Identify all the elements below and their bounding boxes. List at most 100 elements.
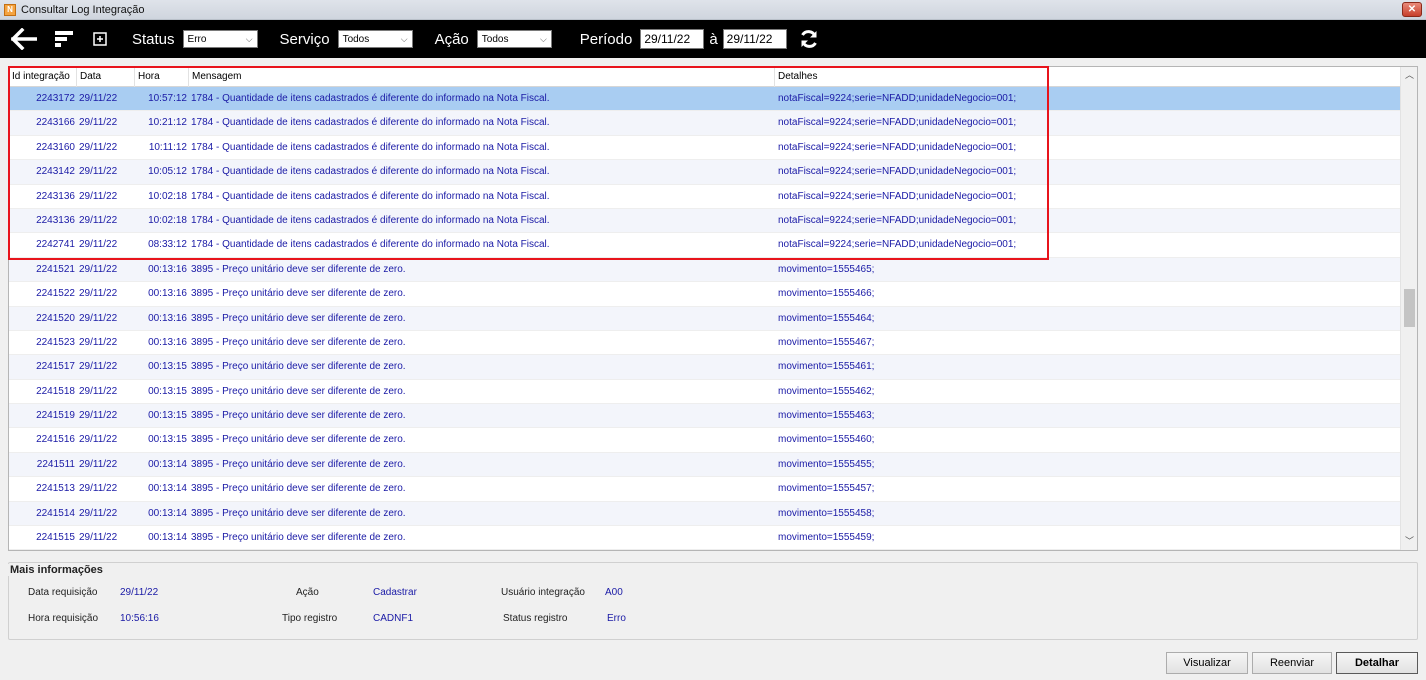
info-panel-title: Mais informações <box>8 564 105 576</box>
arrow-left-icon[interactable] <box>10 25 38 53</box>
cell-hora: 00:13:16 <box>148 336 187 348</box>
cell-id: 2241519 <box>36 410 75 422</box>
cell-hora: 10:57:12 <box>148 93 187 104</box>
cell-mensagem: 1784 - Quantidade de itens cadastrados é… <box>191 117 550 129</box>
cell-hora: 00:13:14 <box>148 458 187 470</box>
cell-data: 29/11/22 <box>79 312 118 324</box>
cell-hora: 10:11:12 <box>148 141 187 153</box>
cell-mensagem: 1784 - Quantidade de itens cadastrados é… <box>191 166 550 178</box>
cell-mensagem: 3895 - Preço unitário deve ser diferente… <box>191 263 406 275</box>
column-header-mensagem[interactable]: Mensagem <box>189 67 775 87</box>
cell-data: 29/11/22 <box>79 93 118 104</box>
cell-hora: 00:13:15 <box>148 385 187 397</box>
cell-data: 29/11/22 <box>79 361 118 373</box>
table-row[interactable]: 2241516 29/11/22 00:13:15 3895 - Preço unit… <box>9 428 1401 453</box>
scroll-up-icon[interactable]: ︿ <box>1401 67 1417 84</box>
grid-scrollbar[interactable]: ︿ ﹀ <box>1400 67 1417 550</box>
close-icon[interactable]: ✕ <box>1402 2 1422 17</box>
cell-detalhes: movimento=1555461; <box>778 361 875 373</box>
cell-hora: 00:13:14 <box>148 532 187 544</box>
chevron-down-icon: ⌵ <box>539 33 547 44</box>
scroll-down-icon[interactable]: ﹀ <box>1401 533 1417 550</box>
cell-id: 2241522 <box>36 288 75 300</box>
cell-id: 2241514 <box>36 507 75 519</box>
cell-detalhes: movimento=1555464; <box>778 312 875 324</box>
status-select[interactable]: Erro ⌵ <box>182 30 258 48</box>
data-requisicao-label: Data requisição <box>28 587 98 598</box>
table-row[interactable]: 2241520 29/11/22 00:13:16 3895 - Preço unit… <box>9 306 1401 331</box>
status-registro-value: Erro <box>607 613 626 624</box>
grid-header: Id integração Data Hora Mensagem Detalhe… <box>9 67 1401 87</box>
cell-detalhes: movimento=1555465; <box>778 263 875 275</box>
table-row[interactable]: 2243136 29/11/22 10:02:18 1784 - Quantidade… <box>9 208 1401 234</box>
detalhar-button[interactable]: Detalhar <box>1336 652 1418 674</box>
cell-detalhes: movimento=1555462; <box>778 385 875 397</box>
cell-id: 2241511 <box>36 458 75 470</box>
visualizar-button[interactable]: Visualizar <box>1166 652 1248 674</box>
table-row[interactable]: 2241514 29/11/22 00:13:14 3895 - Preço unit… <box>9 501 1401 527</box>
cell-mensagem: 1784 - Quantidade de itens cadastrados é… <box>191 214 550 226</box>
scrollbar-thumb[interactable] <box>1404 289 1415 327</box>
cell-hora: 10:02:18 <box>148 214 187 226</box>
table-row[interactable]: 2243136 29/11/22 10:02:18 1784 - Quantidade… <box>9 185 1401 209</box>
cell-detalhes: notaFiscal=9224;serie=NFADD;unidadeNegoc… <box>778 93 1017 104</box>
date-from-input[interactable]: 29/11/22 <box>640 29 705 49</box>
table-row[interactable]: 2243160 29/11/22 10:11:12 1784 - Quantidade… <box>9 136 1401 161</box>
cell-mensagem: 3895 - Preço unitário deve ser diferente… <box>191 434 406 446</box>
table-row[interactable]: 2243142 29/11/22 10:05:12 1784 - Quantidade… <box>9 160 1401 185</box>
usuario-integracao-value: A00 <box>605 587 623 598</box>
acao-info-value: Cadastrar <box>373 587 417 598</box>
column-header-hora[interactable]: Hora <box>135 67 189 87</box>
integration-log-grid[interactable]: Id integração Data Hora Mensagem Detalhe… <box>8 66 1418 551</box>
table-row[interactable]: 2241523 29/11/22 00:13:16 3895 - Preço unit… <box>9 331 1401 356</box>
column-header-id[interactable]: Id integração <box>9 67 77 87</box>
cell-data: 29/11/22 <box>79 532 118 544</box>
cell-hora: 10:02:18 <box>148 190 187 202</box>
table-row[interactable]: 2241511 29/11/22 00:13:14 3895 - Preço unit… <box>9 452 1401 478</box>
window-title: Consultar Log Integração <box>21 3 145 16</box>
table-row[interactable]: 2243172 29/11/22 10:57:12 1784 - Quantidade… <box>9 87 1401 112</box>
expand-icon[interactable] <box>90 25 110 53</box>
table-row[interactable]: 2241515 29/11/22 00:13:14 3895 - Preço unit… <box>9 526 1401 550</box>
grid-rows: 2243172 29/11/22 10:57:12 1784 - Quantidade… <box>9 87 1401 550</box>
cell-mensagem: 3895 - Preço unitário deve ser diferente… <box>191 288 406 300</box>
cell-data: 29/11/22 <box>79 336 118 348</box>
acao-select[interactable]: Todos ⌵ <box>476 30 552 48</box>
date-to-input[interactable]: 29/11/22 <box>722 29 787 49</box>
cell-detalhes: notaFiscal=9224;serie=NFADD;unidadeNegoc… <box>778 214 1017 226</box>
reenviar-button[interactable]: Reenviar <box>1252 652 1332 674</box>
table-row[interactable]: 2241519 29/11/22 00:13:15 3895 - Preço unit… <box>9 404 1401 429</box>
cell-data: 29/11/22 <box>79 385 118 397</box>
table-row[interactable]: 2241521 29/11/22 00:13:16 3895 - Preço unit… <box>9 257 1401 283</box>
table-row[interactable]: 2242741 29/11/22 08:33:12 1784 - Quantidade… <box>9 233 1401 258</box>
acao-select-value: Todos <box>481 33 509 45</box>
servico-select[interactable]: Todos ⌵ <box>337 30 413 48</box>
cell-detalhes: movimento=1555463; <box>778 410 875 422</box>
cell-hora: 00:13:16 <box>148 312 187 324</box>
cell-data: 29/11/22 <box>79 239 118 251</box>
filter-icon[interactable] <box>52 25 76 53</box>
cell-id: 2241515 <box>36 532 75 544</box>
cell-mensagem: 3895 - Preço unitário deve ser diferente… <box>191 532 406 544</box>
cell-mensagem: 3895 - Preço unitário deve ser diferente… <box>191 312 406 324</box>
cell-mensagem: 1784 - Quantidade de itens cadastrados é… <box>191 239 550 251</box>
cell-mensagem: 1784 - Quantidade de itens cadastrados é… <box>191 93 550 104</box>
table-row[interactable]: 2241513 29/11/22 00:13:14 3895 - Preço unit… <box>9 477 1401 502</box>
cell-id: 2243172 <box>36 93 75 104</box>
usuario-integracao-label: Usuário integração <box>501 587 585 598</box>
cell-mensagem: 3895 - Preço unitário deve ser diferente… <box>191 410 406 422</box>
cell-data: 29/11/22 <box>79 117 118 129</box>
cell-mensagem: 3895 - Preço unitário deve ser diferente… <box>191 458 406 470</box>
table-row[interactable]: 2243166 29/11/22 10:21:12 1784 - Quantidade… <box>9 111 1401 136</box>
tipo-registro-label: Tipo registro <box>282 613 338 624</box>
column-header-detalhes[interactable]: Detalhes <box>775 67 1401 87</box>
cell-detalhes: notaFiscal=9224;serie=NFADD;unidadeNegoc… <box>778 117 1017 129</box>
cell-hora: 00:13:16 <box>148 263 187 275</box>
table-row[interactable]: 2241517 29/11/22 00:13:15 3895 - Preço unit… <box>9 355 1401 380</box>
chevron-down-icon: ⌵ <box>245 33 253 44</box>
table-row[interactable]: 2241522 29/11/22 00:13:16 3895 - Preço unit… <box>9 282 1401 307</box>
refresh-icon[interactable] <box>797 25 821 53</box>
column-header-data[interactable]: Data <box>77 67 135 87</box>
table-row[interactable]: 2241518 29/11/22 00:13:15 3895 - Preço unit… <box>9 380 1401 405</box>
cell-mensagem: 3895 - Preço unitário deve ser diferente… <box>191 385 406 397</box>
